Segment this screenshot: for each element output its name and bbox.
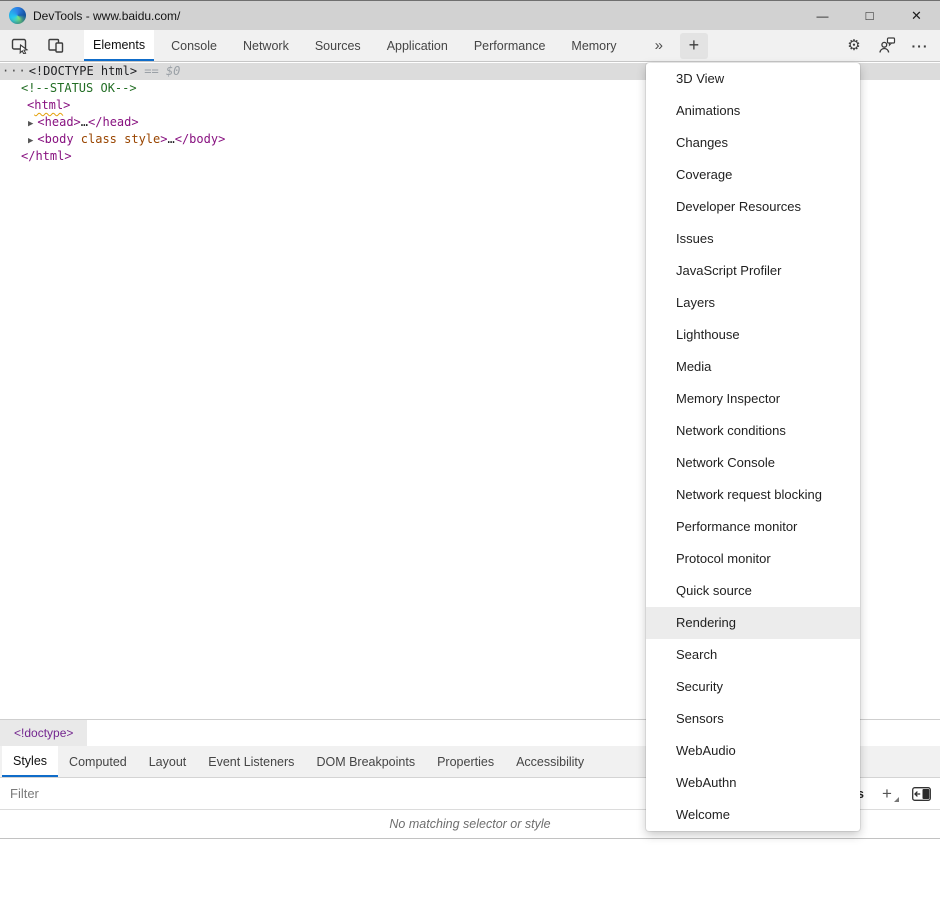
dom-token-tag: </html> [21, 149, 72, 163]
settings-gear-icon[interactable]: ⚙ [842, 34, 866, 58]
dom-token-tag-wavy: html [34, 98, 63, 112]
menu-item-network-request-blocking[interactable]: Network request blocking [646, 479, 860, 511]
dom-token-tag: <body [37, 132, 73, 146]
tab-application[interactable]: Application [378, 30, 457, 61]
menu-item-issues[interactable]: Issues [646, 223, 860, 255]
tab-event-listeners[interactable]: Event Listeners [197, 746, 305, 777]
devtools-toolbar: Elements Console Network Sources Application… [0, 30, 940, 62]
close-button[interactable]: ✕ [893, 1, 940, 30]
title-bar: DevTools - www.baidu.com/ — □ ✕ [0, 0, 940, 30]
inspect-element-icon[interactable] [6, 33, 34, 59]
dom-token-dark: … [167, 132, 174, 146]
menu-item-webauthn[interactable]: WebAuthn [646, 767, 860, 799]
dom-token-gray-italic: == $0 [137, 64, 180, 78]
tab-layout[interactable]: Layout [138, 746, 198, 777]
dom-token-dots: ··· [2, 64, 27, 78]
tab-sources[interactable]: Sources [306, 30, 370, 61]
tab-properties[interactable]: Properties [426, 746, 505, 777]
toolbar-right-actions: ⚙ ··· [842, 34, 932, 58]
menu-item-3d-view[interactable]: 3D View [646, 63, 860, 95]
tab-performance[interactable]: Performance [465, 30, 555, 61]
expand-arrow-icon[interactable]: ▶ [28, 136, 33, 146]
minimize-button[interactable]: — [799, 1, 846, 30]
devtools-tabs: Elements Console Network Sources Application… [80, 30, 630, 61]
dom-token-attr: class style [74, 132, 161, 146]
menu-item-media[interactable]: Media [646, 351, 860, 383]
dom-token-tag: > [63, 98, 70, 112]
tab-dom-breakpoints[interactable]: DOM Breakpoints [305, 746, 426, 777]
menu-item-javascript-profiler[interactable]: JavaScript Profiler [646, 255, 860, 287]
new-style-rule-button[interactable]: + [878, 784, 896, 804]
more-options-icon[interactable]: ··· [908, 34, 932, 58]
window-title: DevTools - www.baidu.com/ [33, 9, 180, 23]
menu-item-network-console[interactable]: Network Console [646, 447, 860, 479]
more-tools-menu: 3D ViewAnimationsChangesCoverageDevelope… [646, 63, 860, 831]
tab-elements[interactable]: Elements [84, 30, 154, 61]
menu-item-developer-resources[interactable]: Developer Resources [646, 191, 860, 223]
menu-item-search[interactable]: Search [646, 639, 860, 671]
menu-item-welcome[interactable]: Welcome [646, 799, 860, 831]
dom-token-tag: </body> [175, 132, 226, 146]
menu-item-rendering[interactable]: Rendering [646, 607, 860, 639]
dom-token-comment: <!--STATUS OK--> [21, 81, 137, 95]
dom-token-dark: … [81, 115, 88, 129]
tab-network[interactable]: Network [234, 30, 298, 61]
menu-item-changes[interactable]: Changes [646, 127, 860, 159]
breadcrumb-item-doctype[interactable]: <!doctype> [0, 720, 87, 746]
menu-item-network-conditions[interactable]: Network conditions [646, 415, 860, 447]
menu-item-lighthouse[interactable]: Lighthouse [646, 319, 860, 351]
dom-token-tag: </head> [88, 115, 139, 129]
menu-item-sensors[interactable]: Sensors [646, 703, 860, 735]
menu-item-protocol-monitor[interactable]: Protocol monitor [646, 543, 860, 575]
corner-caret-icon [894, 797, 899, 802]
plus-icon: + [882, 784, 892, 804]
tab-computed[interactable]: Computed [58, 746, 138, 777]
menu-item-security[interactable]: Security [646, 671, 860, 703]
devtools-window: DevTools - www.baidu.com/ — □ ✕ Elements… [0, 0, 940, 900]
tab-styles[interactable]: Styles [2, 746, 58, 777]
maximize-button[interactable]: □ [846, 1, 893, 32]
tab-console[interactable]: Console [162, 30, 226, 61]
menu-item-webaudio[interactable]: WebAudio [646, 735, 860, 767]
tab-memory[interactable]: Memory [562, 30, 625, 61]
dom-token-plain: <!DOCTYPE html> [29, 64, 137, 78]
empty-message: No matching selector or style [389, 817, 550, 831]
menu-item-coverage[interactable]: Coverage [646, 159, 860, 191]
more-tools-plus-icon[interactable]: + [680, 33, 708, 59]
tab-accessibility[interactable]: Accessibility [505, 746, 595, 777]
menu-item-animations[interactable]: Animations [646, 95, 860, 127]
more-tabs-chevron-icon[interactable]: » [652, 37, 666, 54]
device-emulation-icon[interactable] [42, 33, 70, 59]
menu-item-layers[interactable]: Layers [646, 287, 860, 319]
dom-token-tag: <head> [37, 115, 80, 129]
expand-arrow-icon[interactable]: ▶ [28, 119, 33, 129]
feedback-icon[interactable] [875, 34, 899, 58]
styles-toolbar-actions: s + [857, 784, 932, 804]
edge-logo-icon [9, 7, 26, 24]
menu-item-performance-monitor[interactable]: Performance monitor [646, 511, 860, 543]
menu-item-memory-inspector[interactable]: Memory Inspector [646, 383, 860, 415]
window-controls: — □ ✕ [799, 1, 940, 30]
sidebar-toggle-icon[interactable] [910, 784, 932, 804]
menu-item-quick-source[interactable]: Quick source [646, 575, 860, 607]
